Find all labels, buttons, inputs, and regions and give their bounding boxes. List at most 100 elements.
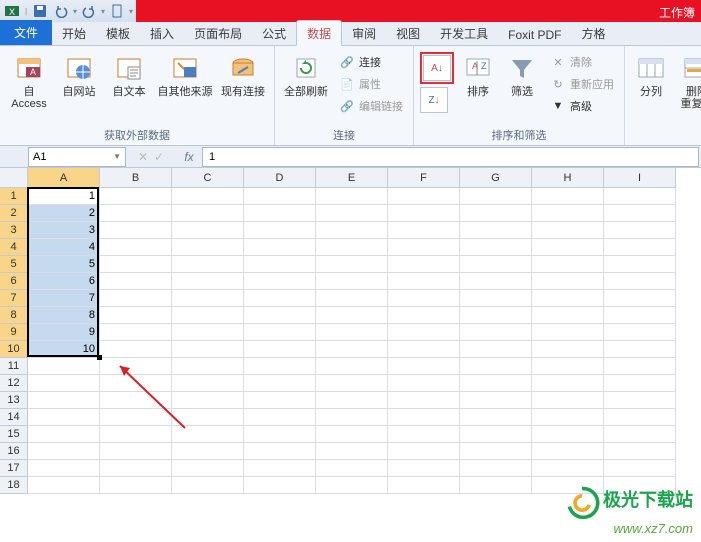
cell[interactable] [460, 273, 532, 290]
cell[interactable] [316, 307, 388, 324]
cell[interactable] [244, 205, 316, 222]
cell[interactable] [604, 205, 676, 222]
formula-bar[interactable]: 1 [202, 147, 699, 167]
cell[interactable] [244, 443, 316, 460]
row-header[interactable]: 12 [0, 375, 28, 392]
cell[interactable] [532, 375, 604, 392]
sort-asc-button[interactable]: A↓ [423, 55, 451, 81]
connections-button[interactable]: 🔗连接 [335, 52, 407, 72]
cell[interactable] [28, 443, 100, 460]
cell[interactable] [604, 324, 676, 341]
cell[interactable] [532, 443, 604, 460]
cell[interactable] [604, 273, 676, 290]
cell[interactable] [460, 290, 532, 307]
cell[interactable] [172, 409, 244, 426]
cell[interactable] [28, 477, 100, 494]
col-header-B[interactable]: B [100, 168, 172, 188]
cell[interactable] [532, 409, 604, 426]
row-header[interactable]: 3 [0, 222, 28, 239]
cell[interactable] [172, 188, 244, 205]
cell[interactable]: 10 [28, 341, 100, 358]
tab-fanggezi[interactable]: 方格 [572, 21, 616, 45]
cell[interactable] [604, 222, 676, 239]
from-other-button[interactable]: 自其他来源 [156, 50, 214, 127]
cell[interactable] [244, 477, 316, 494]
row-header[interactable]: 17 [0, 460, 28, 477]
cell[interactable] [172, 290, 244, 307]
tab-review[interactable]: 审阅 [342, 21, 386, 45]
save-icon[interactable] [30, 1, 50, 21]
cell[interactable] [388, 324, 460, 341]
col-header-H[interactable]: H [532, 168, 604, 188]
cell[interactable]: 9 [28, 324, 100, 341]
cell[interactable] [604, 409, 676, 426]
cell[interactable] [388, 443, 460, 460]
cell[interactable] [604, 443, 676, 460]
cell[interactable] [460, 392, 532, 409]
cell[interactable] [316, 392, 388, 409]
cell[interactable] [316, 477, 388, 494]
cell[interactable] [460, 324, 532, 341]
cell[interactable] [532, 222, 604, 239]
cell[interactable] [100, 409, 172, 426]
dropdown-icon[interactable]: ▾ [100, 7, 106, 16]
undo-icon[interactable] [51, 1, 71, 21]
fx-icon[interactable]: fx [176, 150, 202, 164]
cell[interactable] [28, 392, 100, 409]
cell[interactable] [604, 392, 676, 409]
cell[interactable] [100, 222, 172, 239]
cell[interactable] [604, 358, 676, 375]
tab-data[interactable]: 数据 [296, 20, 342, 46]
cell[interactable] [532, 273, 604, 290]
cell[interactable] [244, 409, 316, 426]
from-text-button[interactable]: 自文本 [106, 50, 152, 127]
cell[interactable] [244, 188, 316, 205]
cell[interactable] [100, 307, 172, 324]
cell[interactable] [100, 443, 172, 460]
cell[interactable] [460, 358, 532, 375]
cell[interactable] [316, 341, 388, 358]
cell[interactable] [172, 222, 244, 239]
cell[interactable] [388, 222, 460, 239]
cell[interactable]: 3 [28, 222, 100, 239]
cell[interactable] [604, 341, 676, 358]
cell[interactable] [172, 256, 244, 273]
cell[interactable] [604, 239, 676, 256]
cell[interactable] [172, 341, 244, 358]
cell[interactable] [460, 409, 532, 426]
cell[interactable] [100, 358, 172, 375]
row-header[interactable]: 11 [0, 358, 28, 375]
cell[interactable] [100, 460, 172, 477]
cell[interactable] [316, 443, 388, 460]
cell[interactable] [244, 375, 316, 392]
qat-customize-icon[interactable]: ▾ [128, 7, 134, 16]
cell[interactable] [460, 205, 532, 222]
cell[interactable] [388, 205, 460, 222]
cell[interactable] [244, 392, 316, 409]
cell[interactable] [388, 392, 460, 409]
cell[interactable] [244, 341, 316, 358]
cell[interactable] [244, 290, 316, 307]
cell[interactable] [388, 477, 460, 494]
refresh-all-button[interactable]: 全部刷新 [281, 50, 331, 127]
cell[interactable] [532, 205, 604, 222]
cell[interactable] [316, 324, 388, 341]
cell[interactable] [100, 477, 172, 494]
row-header[interactable]: 2 [0, 205, 28, 222]
cell[interactable] [100, 324, 172, 341]
row-header[interactable]: 16 [0, 443, 28, 460]
cell[interactable] [172, 460, 244, 477]
cell[interactable] [172, 307, 244, 324]
cell[interactable] [460, 188, 532, 205]
cell[interactable] [316, 205, 388, 222]
cell[interactable] [316, 239, 388, 256]
cell[interactable] [604, 307, 676, 324]
cell[interactable] [460, 341, 532, 358]
tab-developer[interactable]: 开发工具 [430, 21, 498, 45]
cell[interactable] [316, 290, 388, 307]
cell[interactable] [244, 426, 316, 443]
cell[interactable] [316, 375, 388, 392]
row-header[interactable]: 14 [0, 409, 28, 426]
cell[interactable] [460, 460, 532, 477]
cell[interactable] [460, 307, 532, 324]
